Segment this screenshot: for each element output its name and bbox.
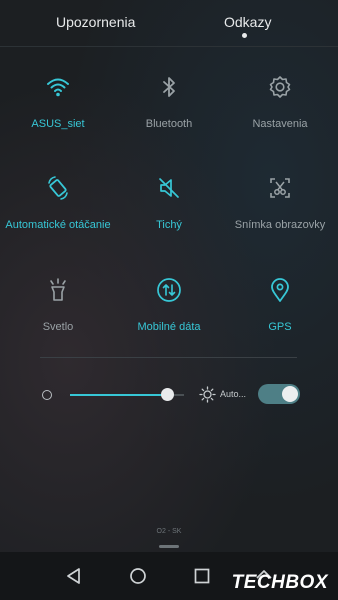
- tile-auto-rotate[interactable]: Automatické otáčanie: [2, 175, 114, 232]
- tile-label: Svetlo: [42, 321, 74, 333]
- tile-bluetooth[interactable]: Bluetooth: [113, 74, 225, 131]
- recents-icon[interactable]: [192, 566, 212, 586]
- tile-label: Bluetooth: [145, 118, 193, 130]
- techbox-watermark: TECHBOX: [231, 572, 328, 593]
- location-pin-icon: [271, 278, 289, 302]
- gear-icon: [269, 76, 291, 98]
- tile-settings[interactable]: Nastavenia: [224, 74, 336, 131]
- tile-label: Automatické otáčanie: [5, 219, 111, 231]
- wifi-icon: [47, 78, 69, 97]
- tile-screenshot[interactable]: Snímka obrazovky: [224, 175, 336, 232]
- tile-label: GPS: [268, 321, 292, 333]
- brightness-low-icon: [42, 390, 52, 400]
- active-tab-indicator: [242, 33, 247, 38]
- drag-handle[interactable]: [159, 545, 179, 548]
- auto-brightness-label: Auto...: [220, 389, 247, 399]
- carrier-name: O2 - SK: [156, 528, 182, 535]
- auto-brightness-icon: [199, 386, 216, 403]
- bluetooth-icon: [163, 77, 175, 97]
- silent-icon: [159, 178, 179, 198]
- auto-rotate-icon: [48, 176, 68, 200]
- auto-brightness-toggle[interactable]: [258, 384, 300, 404]
- tile-wifi[interactable]: ASUS_siet: [2, 74, 114, 131]
- tile-label: ASUS_siet: [31, 118, 85, 130]
- screenshot-icon: [270, 178, 290, 198]
- brightness-slider-thumb[interactable]: [161, 388, 174, 401]
- mobile-data-icon: [157, 278, 181, 302]
- home-icon[interactable]: [128, 566, 148, 586]
- toggle-knob: [282, 386, 298, 402]
- tile-label: Tichý: [156, 219, 182, 231]
- tile-label: Mobilné dáta: [137, 321, 201, 333]
- divider: [40, 357, 297, 358]
- back-icon[interactable]: [64, 566, 84, 586]
- quick-settings-tabs: Upozornenia Odkazy: [0, 0, 338, 47]
- flashlight-icon: [50, 278, 66, 301]
- tile-label: Snímka obrazovky: [234, 219, 326, 231]
- tile-flashlight[interactable]: Svetlo: [2, 277, 114, 334]
- tile-gps[interactable]: GPS: [224, 277, 336, 334]
- tile-silent[interactable]: Tichý: [113, 175, 225, 232]
- tile-mobile-data[interactable]: Mobilné dáta: [113, 277, 225, 334]
- tab-notifications[interactable]: Upozornenia: [56, 14, 135, 30]
- tab-shortcuts[interactable]: Odkazy: [224, 14, 271, 30]
- brightness-slider-fill: [70, 394, 167, 396]
- tile-label: Nastavenia: [252, 118, 308, 130]
